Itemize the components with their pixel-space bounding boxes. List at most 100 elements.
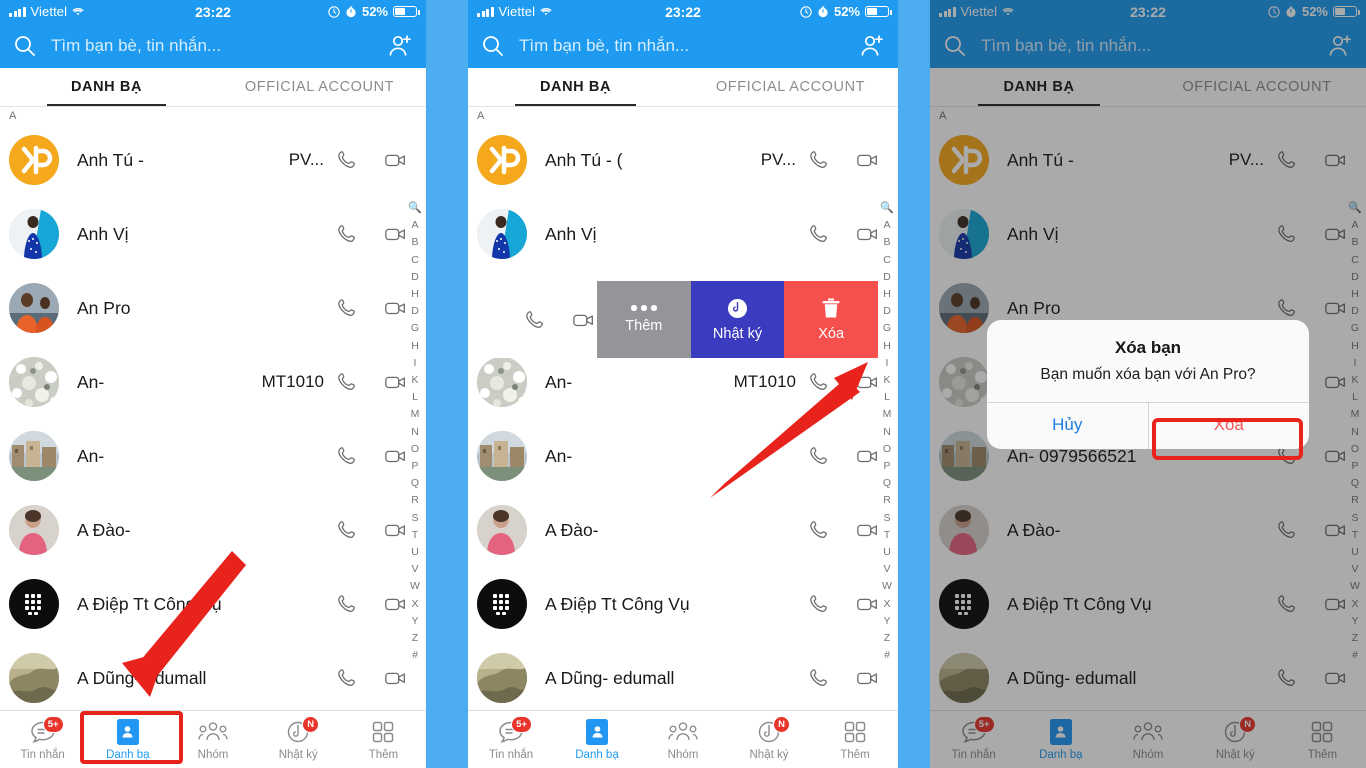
- index-letter[interactable]: C: [883, 252, 891, 269]
- index-letter[interactable]: T: [412, 527, 418, 544]
- video-camera-icon[interactable]: [384, 445, 408, 467]
- index-letter[interactable]: W: [882, 578, 892, 595]
- index-letter[interactable]: V: [411, 561, 418, 578]
- bottom-tab-nhat-ky[interactable]: N Nhật ký: [726, 711, 812, 768]
- index-letter[interactable]: B: [883, 234, 890, 251]
- phone-icon[interactable]: [808, 519, 830, 541]
- index-letter[interactable]: W: [410, 578, 420, 595]
- tab-official-account[interactable]: OFFICIAL ACCOUNT: [683, 68, 898, 106]
- index-letter[interactable]: L: [884, 389, 890, 406]
- video-camera-icon[interactable]: [856, 593, 880, 615]
- phone-icon[interactable]: [808, 371, 830, 393]
- phone-icon[interactable]: [336, 445, 358, 467]
- contact-row[interactable]: Anh Vị: [0, 197, 426, 271]
- phone-icon[interactable]: [808, 667, 830, 689]
- index-letter[interactable]: M: [411, 406, 420, 423]
- index-letter[interactable]: H: [883, 286, 891, 303]
- phone-icon[interactable]: [336, 593, 358, 615]
- video-camera-icon[interactable]: [856, 519, 880, 541]
- index-letter[interactable]: U: [411, 544, 419, 561]
- index-letter[interactable]: Q: [883, 475, 891, 492]
- alphabet-index[interactable]: 🔍 A B C D H D G H I K L M N O P Q R S T: [879, 200, 895, 664]
- index-letter[interactable]: G: [411, 320, 419, 337]
- index-letter[interactable]: H: [411, 286, 419, 303]
- contact-row[interactable]: A Đào-: [468, 493, 898, 567]
- index-letter[interactable]: Z: [412, 630, 418, 647]
- video-camera-icon[interactable]: [856, 149, 880, 171]
- index-letter[interactable]: R: [883, 492, 891, 509]
- contact-row[interactable]: Anh Tú - ( PV...: [468, 123, 898, 197]
- phone-icon[interactable]: [336, 667, 358, 689]
- tab-danh-ba[interactable]: DANH BẠ: [468, 68, 683, 106]
- index-letter[interactable]: K: [411, 372, 418, 389]
- video-camera-icon[interactable]: [384, 371, 408, 393]
- bottom-tab-tin-nhan[interactable]: 5+ Tin nhắn: [0, 711, 85, 768]
- bottom-tab-danh-ba[interactable]: Danh bạ: [554, 711, 640, 768]
- phone-icon[interactable]: [808, 149, 830, 171]
- bottom-tab-them[interactable]: Thêm: [812, 711, 898, 768]
- swipe-button-them[interactable]: Thêm: [597, 281, 691, 358]
- index-letter[interactable]: D: [883, 269, 891, 286]
- index-letter[interactable]: P: [411, 458, 418, 475]
- index-letter[interactable]: D: [883, 303, 891, 320]
- add-friend-icon[interactable]: [859, 33, 885, 59]
- contact-row[interactable]: An-: [0, 419, 426, 493]
- video-camera-icon[interactable]: [856, 371, 880, 393]
- contact-row[interactable]: Anh Tú - PV...: [0, 123, 426, 197]
- video-camera-icon[interactable]: [384, 519, 408, 541]
- contact-row[interactable]: Anh Vị: [468, 197, 898, 271]
- search-input[interactable]: Tìm bạn bè, tin nhắn...: [519, 36, 845, 56]
- index-letter[interactable]: Y: [411, 613, 418, 630]
- phone-icon[interactable]: [336, 519, 358, 541]
- index-letter[interactable]: S: [411, 510, 418, 527]
- bottom-tab-them[interactable]: Thêm: [341, 711, 426, 768]
- index-search-icon[interactable]: 🔍: [408, 200, 422, 217]
- phone-icon[interactable]: [336, 297, 358, 319]
- index-letter[interactable]: O: [883, 441, 891, 458]
- contact-row[interactable]: An Pro: [0, 271, 426, 345]
- bottom-tab-tin-nhan[interactable]: 5+ Tin nhắn: [468, 711, 554, 768]
- index-letter[interactable]: M: [883, 406, 892, 423]
- index-letter[interactable]: Z: [884, 630, 890, 647]
- index-letter[interactable]: H: [411, 338, 419, 355]
- alphabet-index[interactable]: 🔍 A B C D H D G H I K L M N O P Q R S T: [407, 200, 423, 664]
- contact-row[interactable]: A Dũng- edumall: [0, 641, 426, 715]
- dialog-confirm-button[interactable]: Xóa: [1149, 403, 1310, 449]
- index-letter[interactable]: P: [883, 458, 890, 475]
- phone-icon[interactable]: [524, 309, 546, 331]
- index-letter[interactable]: X: [411, 596, 418, 613]
- index-letter[interactable]: O: [411, 441, 419, 458]
- video-camera-icon[interactable]: [572, 309, 596, 331]
- contact-row[interactable]: A Đào-: [0, 493, 426, 567]
- dialog-cancel-button[interactable]: Hủy: [987, 403, 1148, 449]
- index-letter[interactable]: L: [412, 389, 418, 406]
- phone-icon[interactable]: [808, 593, 830, 615]
- contact-row[interactable]: A Dũng- edumall: [468, 641, 898, 715]
- video-camera-icon[interactable]: [384, 223, 408, 245]
- phone-icon[interactable]: [808, 445, 830, 467]
- index-letter[interactable]: #: [412, 647, 418, 664]
- swipe-button-nhat-ky[interactable]: Nhật ký: [690, 281, 785, 358]
- tab-danh-ba[interactable]: DANH BẠ: [0, 68, 213, 106]
- phone-icon[interactable]: [808, 223, 830, 245]
- index-letter[interactable]: Y: [883, 613, 890, 630]
- index-letter[interactable]: R: [411, 492, 419, 509]
- contact-row[interactable]: An-: [468, 419, 898, 493]
- video-camera-icon[interactable]: [384, 297, 408, 319]
- video-camera-icon[interactable]: [384, 593, 408, 615]
- bottom-tab-nhom[interactable]: Nhóm: [170, 711, 255, 768]
- index-letter[interactable]: G: [883, 320, 891, 337]
- index-letter[interactable]: I: [414, 355, 417, 372]
- bottom-tab-danh-ba[interactable]: Danh bạ: [85, 711, 170, 768]
- phone-icon[interactable]: [336, 149, 358, 171]
- index-letter[interactable]: N: [411, 424, 419, 441]
- bottom-tab-nhom[interactable]: Nhóm: [640, 711, 726, 768]
- contact-row[interactable]: A Điệp Tt Công Vụ: [0, 567, 426, 641]
- video-camera-icon[interactable]: [384, 149, 408, 171]
- index-letter[interactable]: A: [411, 217, 418, 234]
- index-letter[interactable]: H: [883, 338, 891, 355]
- index-letter[interactable]: N: [883, 424, 891, 441]
- index-letter[interactable]: S: [883, 510, 890, 527]
- index-search-icon[interactable]: 🔍: [880, 200, 894, 217]
- bottom-tab-nhat-ky[interactable]: N Nhật ký: [256, 711, 341, 768]
